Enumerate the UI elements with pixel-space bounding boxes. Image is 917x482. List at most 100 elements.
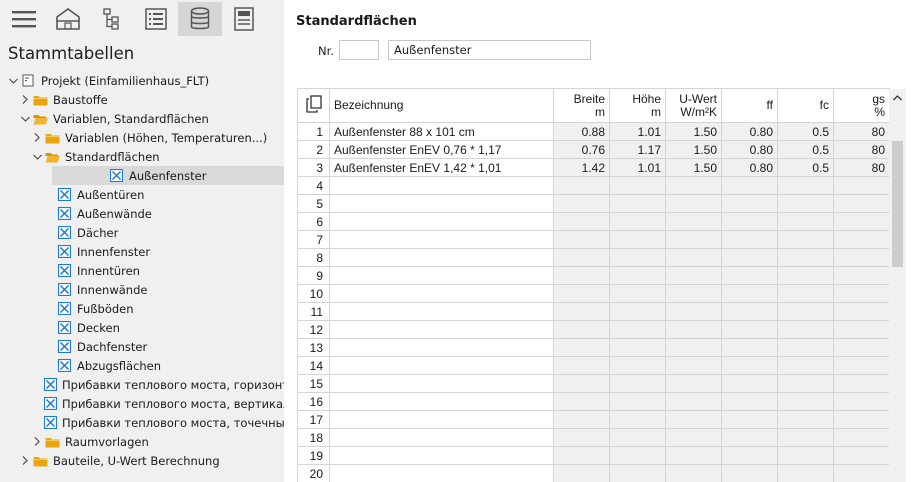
cell-gs[interactable]	[833, 374, 890, 393]
cell-uwert[interactable]	[665, 320, 722, 339]
cell-uwert[interactable]	[665, 356, 722, 375]
cell-ff[interactable]	[721, 284, 778, 303]
scroll-up-icon[interactable]	[889, 89, 906, 106]
cell-ff[interactable]	[721, 410, 778, 429]
table-row[interactable]: 19	[297, 446, 890, 465]
row-number[interactable]: 1	[297, 122, 330, 141]
cell-breite[interactable]: 0.76	[553, 140, 610, 159]
table-row[interactable]: 3 Außenfenster EnEV 1,42 * 1,01 1.42 1.01 1.…	[297, 158, 890, 177]
column-header[interactable]: Breite m	[553, 88, 610, 123]
table-row[interactable]: 20	[297, 464, 890, 482]
tree-item-table[interactable]: Innenwände	[0, 280, 284, 299]
cell-ff[interactable]	[721, 338, 778, 357]
row-number[interactable]: 10	[297, 284, 330, 303]
cell-ff[interactable]: 0.80	[721, 158, 778, 177]
cell-ff[interactable]: 0.80	[721, 140, 778, 159]
cell-hoehe[interactable]	[609, 374, 666, 393]
cell-hoehe[interactable]: 1.01	[609, 158, 666, 177]
cell-uwert[interactable]	[665, 446, 722, 465]
cell-ff[interactable]	[721, 176, 778, 195]
cell-gs[interactable]	[833, 464, 890, 482]
list-button[interactable]	[134, 2, 178, 36]
cell-fc[interactable]: 0.5	[777, 140, 834, 159]
table-row[interactable]: 16	[297, 392, 890, 411]
row-number[interactable]: 3	[297, 158, 330, 177]
cell-uwert[interactable]: 1.50	[665, 158, 722, 177]
copy-rows-button[interactable]	[297, 88, 330, 123]
cell-uwert[interactable]	[665, 302, 722, 321]
cell-breite[interactable]: 1.42	[553, 158, 610, 177]
cell-breite[interactable]	[553, 248, 610, 267]
column-header[interactable]: gs%	[833, 88, 890, 123]
cell-hoehe[interactable]	[609, 338, 666, 357]
cell-ff[interactable]	[721, 320, 778, 339]
cell-hoehe[interactable]	[609, 266, 666, 285]
cell-uwert[interactable]	[665, 410, 722, 429]
row-number[interactable]: 6	[297, 212, 330, 231]
tree-item-table[interactable]: Dachfenster	[0, 337, 284, 356]
cell-uwert[interactable]	[665, 212, 722, 231]
table-row[interactable]: 13	[297, 338, 890, 357]
table-row[interactable]: 11	[297, 302, 890, 321]
cell-uwert[interactable]	[665, 338, 722, 357]
cell-fc[interactable]: 0.5	[777, 158, 834, 177]
cell-breite[interactable]	[553, 428, 610, 447]
cell-bezeichnung[interactable]	[329, 446, 554, 465]
cell-fc[interactable]	[777, 374, 834, 393]
cell-gs[interactable]	[833, 284, 890, 303]
cell-bezeichnung[interactable]	[329, 320, 554, 339]
cell-gs[interactable]	[833, 194, 890, 213]
cell-hoehe[interactable]	[609, 194, 666, 213]
tree-item-table[interactable]: Außenwände	[0, 204, 284, 223]
cell-fc[interactable]	[777, 194, 834, 213]
cell-fc[interactable]	[777, 230, 834, 249]
cell-uwert[interactable]	[665, 464, 722, 482]
cell-fc[interactable]	[777, 464, 834, 482]
cell-hoehe[interactable]	[609, 320, 666, 339]
cell-bezeichnung[interactable]	[329, 248, 554, 267]
table-row[interactable]: 17	[297, 410, 890, 429]
cell-gs[interactable]	[833, 302, 890, 321]
tree-item-folder[interactable]: Raumvorlagen	[0, 432, 284, 451]
cell-fc[interactable]	[777, 284, 834, 303]
row-number[interactable]: 4	[297, 176, 330, 195]
cell-hoehe[interactable]	[609, 410, 666, 429]
row-number[interactable]: 15	[297, 374, 330, 393]
row-number[interactable]: 8	[297, 248, 330, 267]
cell-uwert[interactable]: 1.50	[665, 122, 722, 141]
cell-ff[interactable]	[721, 428, 778, 447]
cell-hoehe[interactable]	[609, 356, 666, 375]
cell-fc[interactable]	[777, 176, 834, 195]
cell-hoehe[interactable]	[609, 446, 666, 465]
cell-ff[interactable]	[721, 194, 778, 213]
column-header[interactable]: fc	[777, 88, 834, 123]
tree-item-table[interactable]: Dächer	[0, 223, 284, 242]
cell-gs[interactable]	[833, 410, 890, 429]
cell-ff[interactable]	[721, 230, 778, 249]
cell-bezeichnung[interactable]	[329, 464, 554, 482]
cell-uwert[interactable]	[665, 194, 722, 213]
cell-hoehe[interactable]	[609, 302, 666, 321]
cell-bezeichnung[interactable]	[329, 266, 554, 285]
cell-hoehe[interactable]	[609, 212, 666, 231]
cell-hoehe[interactable]	[609, 248, 666, 267]
tree-item-table[interactable]: Außentüren	[0, 185, 284, 204]
table-row[interactable]: 15	[297, 374, 890, 393]
row-number[interactable]: 17	[297, 410, 330, 429]
cell-fc[interactable]	[777, 446, 834, 465]
cell-uwert[interactable]	[665, 374, 722, 393]
table-row[interactable]: 1 Außenfenster 88 x 101 cm 0.88 1.01 1.50 0.8…	[297, 122, 890, 141]
cell-ff[interactable]	[721, 446, 778, 465]
tree-item-table[interactable]: Innenfenster	[0, 242, 284, 261]
table-row[interactable]: 7	[297, 230, 890, 249]
row-number[interactable]: 14	[297, 356, 330, 375]
cell-fc[interactable]	[777, 302, 834, 321]
column-header[interactable]: Höhe m	[609, 88, 666, 123]
cell-breite[interactable]	[553, 464, 610, 482]
cell-fc[interactable]	[777, 392, 834, 411]
cell-bezeichnung[interactable]	[329, 176, 554, 195]
cell-hoehe[interactable]	[609, 230, 666, 249]
row-number[interactable]: 18	[297, 428, 330, 447]
row-number[interactable]: 13	[297, 338, 330, 357]
cell-bezeichnung[interactable]	[329, 374, 554, 393]
